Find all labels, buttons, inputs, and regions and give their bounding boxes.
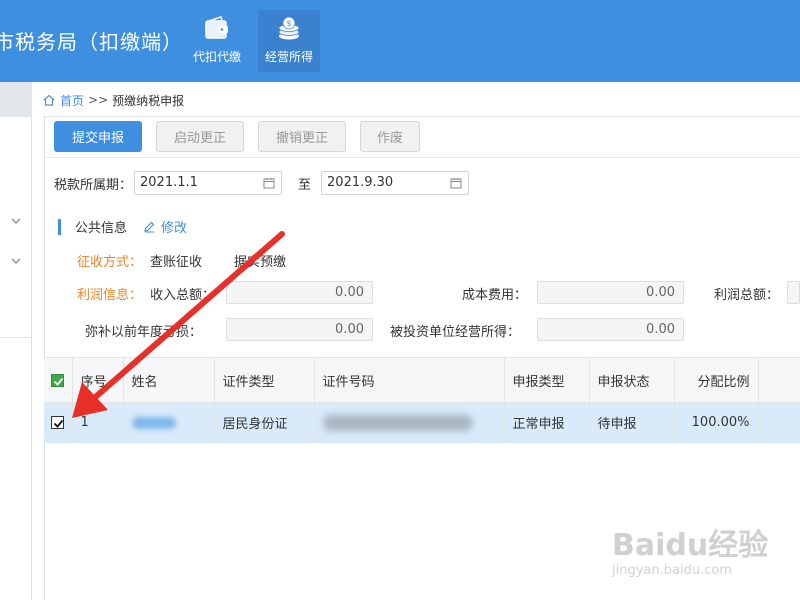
sidebar-divider <box>0 337 32 338</box>
loss-carryforward-field: 0.00 <box>226 318 373 341</box>
void-button[interactable]: 作废 <box>360 121 420 152</box>
loss-carryforward-label: 弥补以前年度亏损： <box>85 325 203 340</box>
declaration-table: 序号 姓名 证件类型 证件号码 申报类型 申报状态 分配比例 1 居民身份证 正… <box>44 357 800 443</box>
income-total-field: 0.00 <box>226 281 373 304</box>
cell-index: 1 <box>72 402 124 443</box>
row-select-cell[interactable] <box>44 402 73 443</box>
profit-total-label: 利润总额： <box>714 288 780 303</box>
action-toolbar: 提交申报 启动更正 撤销更正 作废 <box>54 121 420 152</box>
chevron-down-icon[interactable] <box>10 255 22 267</box>
wallet-icon <box>205 16 228 39</box>
breadcrumb-current: 预缴纳税申报 <box>112 93 185 108</box>
edit-link[interactable]: 修改 <box>143 217 187 236</box>
home-icon[interactable] <box>42 93 56 107</box>
submit-declaration-button[interactable]: 提交申报 <box>54 121 142 152</box>
cost-field: 0.00 <box>537 281 684 304</box>
period-start-field[interactable]: 2021.1.1 <box>134 171 283 195</box>
profit-total-field <box>787 281 800 304</box>
col-id-number: 证件号码 <box>314 357 505 403</box>
cell-ratio: 100.00% <box>674 402 759 443</box>
col-ratio: 分配比例 <box>674 357 759 403</box>
select-all-checkbox[interactable] <box>51 373 64 387</box>
col-report-type: 申报类型 <box>504 357 590 403</box>
tax-period-label: 税款所属期： <box>54 177 133 193</box>
cell-id-number <box>314 402 505 443</box>
table-header-row: 序号 姓名 证件类型 证件号码 申报类型 申报状态 分配比例 <box>44 357 800 403</box>
col-id-type: 证件类型 <box>214 357 315 403</box>
pencil-icon <box>144 221 155 233</box>
period-end-value: 2021.9.30 <box>327 175 394 190</box>
cell-filler <box>758 402 800 443</box>
coin-stack-icon: $ <box>278 16 300 40</box>
levy-method-value: 查账征收 <box>150 255 203 270</box>
period-start-value: 2021.1.1 <box>140 175 198 190</box>
public-info-title: 公共信息 <box>75 221 128 236</box>
breadcrumb: 首页 >> 预缴纳税申报 <box>42 90 184 110</box>
period-to-label: 至 <box>298 177 312 193</box>
col-index: 序号 <box>72 357 124 403</box>
nav-business-income[interactable]: $ 经营所得 <box>258 10 320 72</box>
cell-name <box>123 402 215 443</box>
select-all-cell[interactable] <box>44 357 73 403</box>
redacted-name <box>131 416 176 429</box>
cell-report-type: 正常申报 <box>504 402 590 443</box>
chevron-down-icon[interactable] <box>10 215 22 227</box>
col-report-status: 申报状态 <box>589 357 675 403</box>
watermark-url: jingyan.baidu.com <box>612 563 732 578</box>
investee-income-label: 被投资单位经营所得： <box>390 325 521 340</box>
investee-income-field: 0.00 <box>537 318 684 341</box>
breadcrumb-home[interactable]: 首页 <box>60 92 84 109</box>
cell-report-status: 待申报 <box>589 402 675 443</box>
levy-method-extra: 据实预缴 <box>234 255 287 270</box>
nav-withholding[interactable]: 代扣代缴 <box>186 10 248 72</box>
nav-label: 代扣代缴 <box>192 50 241 64</box>
sidebar-top-bar <box>0 82 32 116</box>
redacted-id-number <box>322 414 473 431</box>
col-name: 姓名 <box>123 357 215 403</box>
public-info-header: 公共信息 修改 <box>58 217 187 236</box>
edit-label: 修改 <box>161 221 188 236</box>
start-correction-button[interactable]: 启动更正 <box>156 121 244 152</box>
cost-label: 成本费用： <box>462 288 528 303</box>
cancel-correction-button[interactable]: 撤销更正 <box>258 121 346 152</box>
calendar-icon[interactable] <box>450 177 462 189</box>
profit-info-label: 利润信息： <box>77 288 143 303</box>
levy-method-label: 征收方式： <box>77 255 143 270</box>
sidebar <box>0 82 32 600</box>
watermark-logo: Baidu经验 <box>612 528 769 563</box>
section-accent-bar <box>58 218 61 235</box>
period-end-field[interactable]: 2021.9.30 <box>321 171 470 195</box>
col-filler <box>758 357 800 403</box>
sidebar-divider <box>0 116 32 117</box>
breadcrumb-separator: >> <box>88 93 109 107</box>
app-title: 市税务局（扣缴端） <box>0 30 183 54</box>
cell-id-type: 居民身份证 <box>214 402 315 443</box>
income-total-label: 收入总额： <box>150 288 216 303</box>
tax-period-row: 税款所属期： 2021.1.1 至 2021.9.30 <box>54 171 475 195</box>
app-header: 市税务局（扣缴端） 代扣代缴 $ 经营所得 <box>0 0 800 82</box>
row-checkbox[interactable] <box>51 416 64 430</box>
calendar-icon[interactable] <box>263 177 275 189</box>
nav-label: 经营所得 <box>264 50 313 64</box>
toolbar-divider <box>44 157 800 158</box>
table-row[interactable]: 1 居民身份证 正常申报 待申报 100.00% <box>44 402 800 443</box>
svg-text:$: $ <box>286 19 291 28</box>
